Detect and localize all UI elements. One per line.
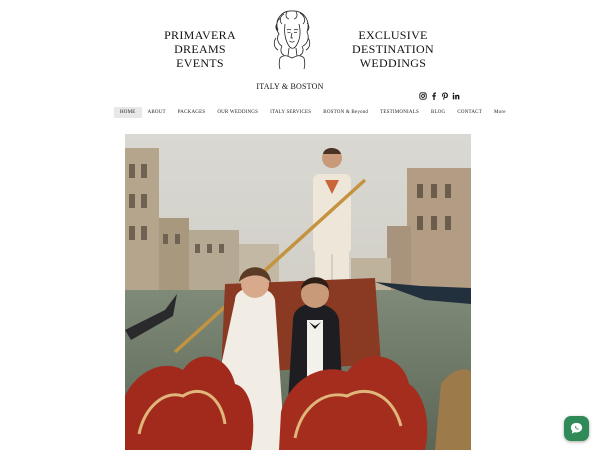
nav-item-about[interactable]: ABOUT: [142, 107, 172, 118]
chat-button[interactable]: [564, 416, 589, 441]
facebook-icon[interactable]: [430, 92, 438, 100]
brand-name-line1: PRIMAVERA DREAMS: [164, 28, 236, 56]
tagline-line2: WEDDINGS: [359, 56, 427, 70]
pinterest-icon[interactable]: [441, 92, 449, 100]
nav-item-packages[interactable]: PACKAGES: [172, 107, 212, 118]
brand-name-line2: EVENTS: [176, 56, 224, 70]
chat-bubble-icon: [570, 422, 583, 434]
brand-name[interactable]: PRIMAVERA DREAMS EVENTS: [140, 28, 260, 70]
nav-item-boston-beyond[interactable]: BOSTON & Beyond: [317, 107, 374, 118]
nav-item-testimonials[interactable]: TESTIMONIALS: [374, 107, 425, 118]
hero-image: [125, 134, 471, 450]
main-nav: HOME ABOUT PACKAGES OUR WEDDINGS ITALY S…: [114, 107, 512, 118]
nav-item-home[interactable]: HOME: [114, 107, 142, 118]
instagram-icon[interactable]: [419, 92, 427, 100]
woman-portrait-logo-icon[interactable]: [270, 8, 314, 70]
linkedin-icon[interactable]: [452, 92, 460, 100]
nav-item-our-weddings[interactable]: OUR WEDDINGS: [211, 107, 264, 118]
nav-item-contact[interactable]: CONTACT: [451, 107, 488, 118]
nav-item-more[interactable]: More: [488, 107, 512, 118]
nav-item-blog[interactable]: BLOG: [425, 107, 451, 118]
nav-item-italy-services[interactable]: ITALY SERVICES: [264, 107, 317, 118]
tagline-line1: EXCLUSIVE DESTINATION: [352, 28, 434, 56]
location-text: ITALY & BOSTON: [256, 82, 324, 91]
tagline: EXCLUSIVE DESTINATION WEDDINGS: [324, 28, 462, 70]
social-bar: [419, 92, 460, 100]
